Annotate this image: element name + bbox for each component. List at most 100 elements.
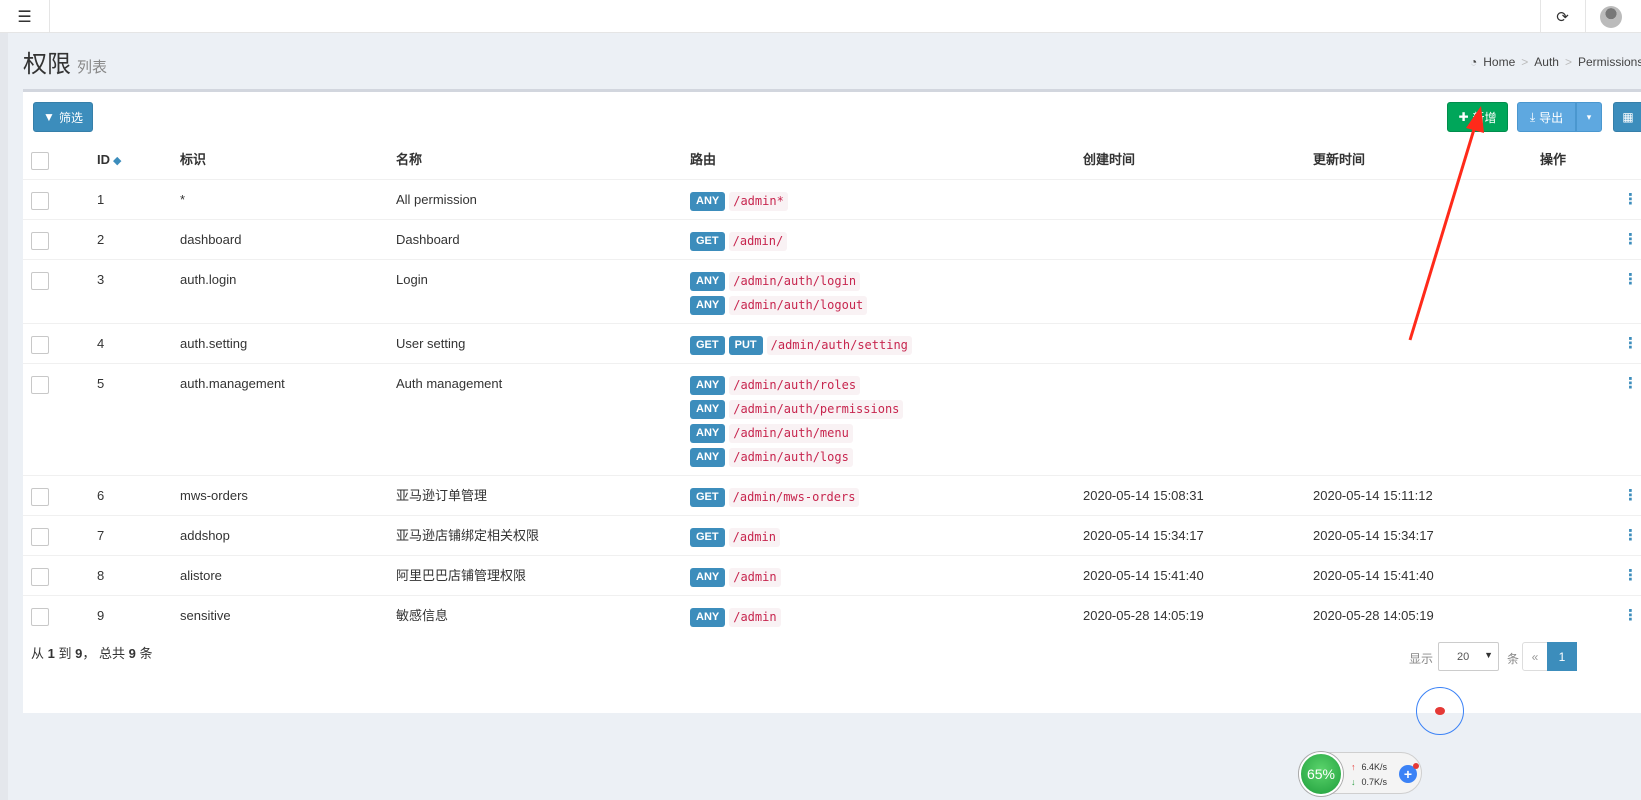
column-header-updated: 更新时间 xyxy=(1313,152,1366,167)
column-header-name: 名称 xyxy=(396,152,423,167)
row-checkbox[interactable] xyxy=(31,192,49,210)
memory-gauge-icon: 65% xyxy=(1299,752,1343,796)
cell-path: GET/admin/mws-orders xyxy=(690,485,860,509)
new-button[interactable]: ✚ 新增 xyxy=(1447,102,1508,132)
table-row: 1 * All permission ANY/admin* ⋮ xyxy=(23,179,1641,219)
breadcrumb-permissions: Permissions xyxy=(1577,55,1641,69)
cell-slug: sensitive xyxy=(180,608,231,623)
row-actions-menu[interactable]: ⋮ xyxy=(1623,260,1638,300)
upload-speed: ↑ 6.4K/s xyxy=(1351,762,1388,772)
columns-button[interactable]: ▦ xyxy=(1613,102,1641,132)
breadcrumb-separator: > xyxy=(1521,55,1529,69)
http-method-badge: ANY xyxy=(690,399,726,419)
cell-created-at: 2020-05-14 15:34:17 xyxy=(1083,528,1204,543)
plus-icon[interactable]: + xyxy=(1399,763,1419,783)
row-actions-menu[interactable]: ⋮ xyxy=(1623,324,1638,364)
row-actions-menu[interactable]: ⋮ xyxy=(1623,476,1638,516)
table-header-row: ID ◆ 标识 名称 路由 创建时间 更新时间 操作 xyxy=(23,142,1641,179)
column-header-path: 路由 xyxy=(690,152,717,167)
per-page-label: 显示 xyxy=(1409,652,1434,666)
cell-name: 敏感信息 xyxy=(396,608,449,623)
dashboard-icon: ◔ xyxy=(1470,55,1478,69)
page-subtitle: 列表 xyxy=(77,59,108,76)
row-checkbox[interactable] xyxy=(31,232,49,250)
column-header-id[interactable]: ID ◆ xyxy=(97,142,121,179)
table-row: 7 addshop 亚马逊店铺绑定相关权限 GET/admin 2020-05-14 1… xyxy=(23,515,1641,555)
http-method-badge: GET xyxy=(690,487,725,507)
row-checkbox[interactable] xyxy=(31,488,49,506)
breadcrumb-separator: > xyxy=(1564,55,1572,69)
row-checkbox[interactable] xyxy=(31,608,49,626)
row-checkbox[interactable] xyxy=(31,376,49,394)
http-method-badge: ANY xyxy=(690,447,726,467)
caret-down-icon: ▼ xyxy=(1484,650,1493,660)
filter-button[interactable]: ▼ 筛选 xyxy=(33,102,93,132)
per-page-select[interactable]: 20 ▼ xyxy=(1438,642,1499,671)
sort-icon: ◆ xyxy=(113,155,122,167)
route-line: ANY/admin/auth/roles xyxy=(690,373,903,397)
row-actions-menu[interactable]: ⋮ xyxy=(1623,596,1638,636)
caret-down-icon: ▾ xyxy=(1586,111,1592,122)
floating-assistant-button[interactable] xyxy=(1416,687,1464,735)
route-path: /admin/auth/permissions xyxy=(729,399,904,419)
menu-icon: ☰ xyxy=(17,8,32,26)
breadcrumb-home[interactable]: Home xyxy=(1483,55,1515,69)
row-actions-menu[interactable]: ⋮ xyxy=(1623,180,1638,220)
route-path: /admin/auth/roles xyxy=(729,375,861,395)
breadcrumb-auth[interactable]: Auth xyxy=(1534,55,1559,69)
user-menu[interactable] xyxy=(1585,0,1641,33)
http-method-badge: ANY xyxy=(690,295,726,315)
route-line: ANY/admin/auth/permissions xyxy=(690,397,904,421)
table-icon: ▦ xyxy=(1622,110,1634,124)
pagination-prev[interactable]: « xyxy=(1522,642,1548,671)
download-speed: ↓ 0.7K/s xyxy=(1351,777,1388,787)
refresh-button[interactable]: ⟳ xyxy=(1540,0,1584,33)
table-row: 5 auth.management Auth management ANY/admin… xyxy=(23,363,1641,475)
cell-name: 阿里巴巴店铺管理权限 xyxy=(396,568,527,583)
download-icon: ⤓ xyxy=(1529,109,1536,124)
select-all-checkbox[interactable] xyxy=(31,152,49,170)
cell-updated-at: 2020-05-28 14:05:19 xyxy=(1313,608,1434,623)
export-dropdown-toggle[interactable]: ▾ xyxy=(1576,102,1602,132)
pagination-summary: 从 1 到 9， 总共 9 条 xyxy=(31,646,153,661)
cell-name: 亚马逊店铺绑定相关权限 xyxy=(396,528,540,543)
cell-slug: alistore xyxy=(180,568,222,583)
cell-id: 3 xyxy=(97,272,105,287)
per-page-unit: 条 xyxy=(1507,652,1520,666)
pagination-page-current[interactable]: 1 xyxy=(1547,642,1577,671)
route-path: /admin/auth/login xyxy=(729,271,861,291)
cell-path: GET PUT/admin/auth/setting xyxy=(690,333,912,357)
cell-path: ANY/admin xyxy=(690,605,781,629)
table-row: 4 auth.setting User setting GET PUT/admin/au… xyxy=(23,323,1641,363)
row-actions-menu[interactable]: ⋮ xyxy=(1623,516,1638,556)
route-line: ANY/admin/auth/logout xyxy=(690,293,868,317)
cell-slug: * xyxy=(180,192,186,207)
network-speed-widget[interactable]: 65% ↑ 6.4K/s ↓ 0.7K/s + xyxy=(1298,752,1422,796)
route-path: /admin* xyxy=(729,191,788,211)
row-checkbox[interactable] xyxy=(31,568,49,586)
export-button[interactable]: ⤓ 导出 xyxy=(1517,102,1576,132)
cell-created-at: 2020-05-28 14:05:19 xyxy=(1083,608,1204,623)
refresh-icon: ⟳ xyxy=(1556,8,1569,26)
http-method-badge: GET xyxy=(690,335,725,355)
row-checkbox[interactable] xyxy=(31,528,49,546)
row-actions-menu[interactable]: ⋮ xyxy=(1623,364,1638,404)
menu-toggle-button[interactable]: ☰ xyxy=(0,0,50,33)
row-actions-menu[interactable]: ⋮ xyxy=(1623,556,1638,596)
cell-slug: dashboard xyxy=(180,232,242,247)
cell-id: 8 xyxy=(97,568,105,583)
cell-id: 9 xyxy=(97,608,105,623)
cell-updated-at: 2020-05-14 15:34:17 xyxy=(1313,528,1434,543)
cell-updated-at: 2020-05-14 15:41:40 xyxy=(1313,568,1434,583)
cell-path: ANY/admin/auth/login ANY/admin/auth/logou… xyxy=(690,269,868,317)
cell-path: ANY/admin/auth/roles ANY/admin/auth/permi… xyxy=(690,373,904,469)
route-path: /admin/auth/logs xyxy=(729,447,853,467)
row-actions-menu[interactable]: ⋮ xyxy=(1623,220,1638,260)
route-path: /admin/auth/setting xyxy=(766,335,912,355)
http-method-badge: ANY xyxy=(690,567,726,587)
permissions-table: ID ◆ 标识 名称 路由 创建时间 更新时间 操作 1 * All permissi… xyxy=(23,142,1641,635)
cell-created-at: 2020-05-14 15:08:31 xyxy=(1083,488,1204,503)
row-checkbox[interactable] xyxy=(31,336,49,354)
row-checkbox[interactable] xyxy=(31,272,49,290)
route-path: /admin/auth/menu xyxy=(729,423,853,443)
